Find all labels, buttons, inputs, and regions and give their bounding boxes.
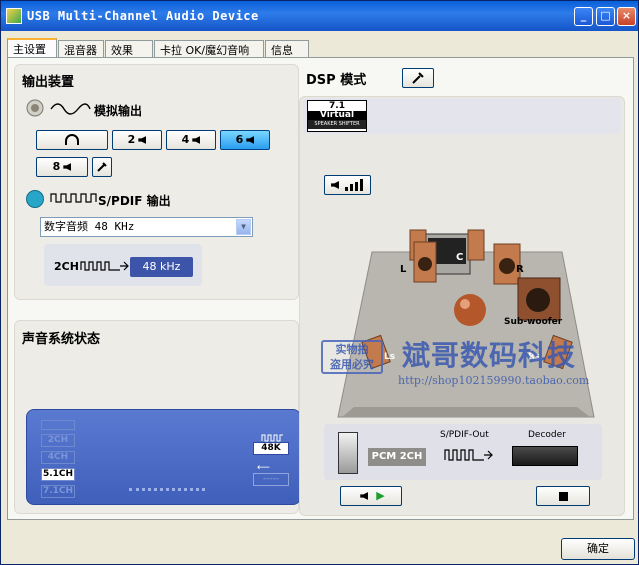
status-headphone <box>41 420 75 430</box>
decoder-device-icon <box>512 446 578 466</box>
watermark-url: http://shop102159990.taobao.com <box>398 374 590 387</box>
speaker-label-right: R <box>516 264 524 275</box>
status-4ch: 4CH <box>41 451 75 464</box>
spdif-out-arrow-icon <box>444 448 494 465</box>
main-panel: 输出装置 模拟输出 2 4 6 8 S/PDIF 输出 数字音频 48 KHz … <box>7 57 634 520</box>
headphone-button[interactable] <box>36 130 108 150</box>
speaker-label-ls: Ls <box>384 352 396 362</box>
pc-tower-icon <box>338 432 358 474</box>
speaker-label-center: C <box>456 252 464 263</box>
window-title: USB Multi-Channel Audio Device <box>27 9 259 23</box>
tab-info[interactable]: 信息 <box>265 40 309 58</box>
sample-rate-select[interactable]: 数字音频 48 KHz ▼ <box>40 217 253 237</box>
analog-wave-icon <box>50 102 92 119</box>
watermark-text: 斌哥数码科技 <box>402 339 577 372</box>
wrench-icon <box>412 72 424 84</box>
app-window: USB Multi-Channel Audio Device _ □ × 主设置… <box>0 0 639 565</box>
dsp-mode-title: DSP 模式 <box>306 73 367 88</box>
tab-mixer[interactable]: 混音器 <box>58 40 104 58</box>
virtual-speaker-button[interactable]: 7.1 Virtual SPEAKER SHIFTER <box>307 100 367 132</box>
spdif-icon <box>26 190 44 208</box>
stop-icon <box>558 491 568 501</box>
title-bar[interactable]: USB Multi-Channel Audio Device _ □ × <box>1 1 638 31</box>
channel-4-button[interactable]: 4 <box>166 130 216 150</box>
ok-button[interactable]: 确定 <box>561 538 635 560</box>
status-display: 2CH 4CH 5.1CH 7.1CH 48K ⟵ ----- <box>26 409 301 505</box>
speaker-label-subwoofer: Sub-woofer <box>504 317 563 327</box>
level-meter <box>129 488 205 491</box>
spdif-channel-label: 2CH <box>54 260 79 273</box>
tab-effects[interactable]: 效果 <box>105 40 153 58</box>
tab-karaoke[interactable]: 卡拉 OK/魔幻音响 <box>154 40 264 58</box>
tab-main-settings[interactable]: 主设置 <box>7 38 57 59</box>
speaker-icon <box>63 163 72 171</box>
digital-arrow-icon <box>80 260 130 275</box>
dsp-settings-button[interactable] <box>402 68 434 88</box>
rate-display: 48K <box>253 442 289 455</box>
pcm-label: PCM 2CH <box>368 448 426 466</box>
watermark-stamp: 实物拍 盗用必究 <box>321 340 383 374</box>
maximize-button[interactable]: □ <box>596 7 615 26</box>
minimize-button[interactable]: _ <box>574 7 593 26</box>
speaker-icon <box>192 136 201 144</box>
analog-output-label: 模拟输出 <box>94 104 143 118</box>
spdif-out-label: S/PDIF-Out <box>440 430 489 440</box>
headphone-icon <box>65 134 79 145</box>
app-icon <box>6 8 22 24</box>
digital-wave-icon <box>50 192 100 207</box>
chevron-down-icon[interactable]: ▼ <box>236 219 251 235</box>
speaker-label-left: L <box>400 264 407 275</box>
channel-8-button[interactable]: 8 <box>36 157 88 177</box>
decoder-label: Decoder <box>528 430 566 440</box>
speaker-icon <box>26 98 48 118</box>
rate-display-secondary: ----- <box>253 473 289 486</box>
play-icon: ▶ <box>376 489 385 502</box>
status-5-1ch: 5.1CH <box>41 468 75 481</box>
digital-in-icon: ⟵ <box>257 463 270 473</box>
output-settings-button[interactable] <box>92 157 112 177</box>
listener-icon <box>454 294 486 326</box>
sound-system-title: 声音系统状态 <box>22 332 101 347</box>
wrench-icon <box>97 162 107 172</box>
speaker-icon <box>360 492 369 500</box>
test-play-button[interactable]: ▶ <box>340 486 402 506</box>
channel-2-button[interactable]: 2 <box>112 130 162 150</box>
stop-button[interactable] <box>536 486 590 506</box>
speaker-icon <box>246 136 255 144</box>
status-2ch: 2CH <box>41 434 75 447</box>
close-button[interactable]: × <box>617 7 636 26</box>
channel-6-button[interactable]: 6 <box>220 130 270 150</box>
right-speaker-icon <box>467 229 485 261</box>
spdif-output-label: S/PDIF 输出 <box>98 194 171 208</box>
speaker-icon <box>138 136 147 144</box>
status-7-1ch: 7.1CH <box>41 485 75 498</box>
output-device-title: 输出装置 <box>22 75 75 90</box>
spdif-rate-display: 48 kHz <box>130 257 193 277</box>
